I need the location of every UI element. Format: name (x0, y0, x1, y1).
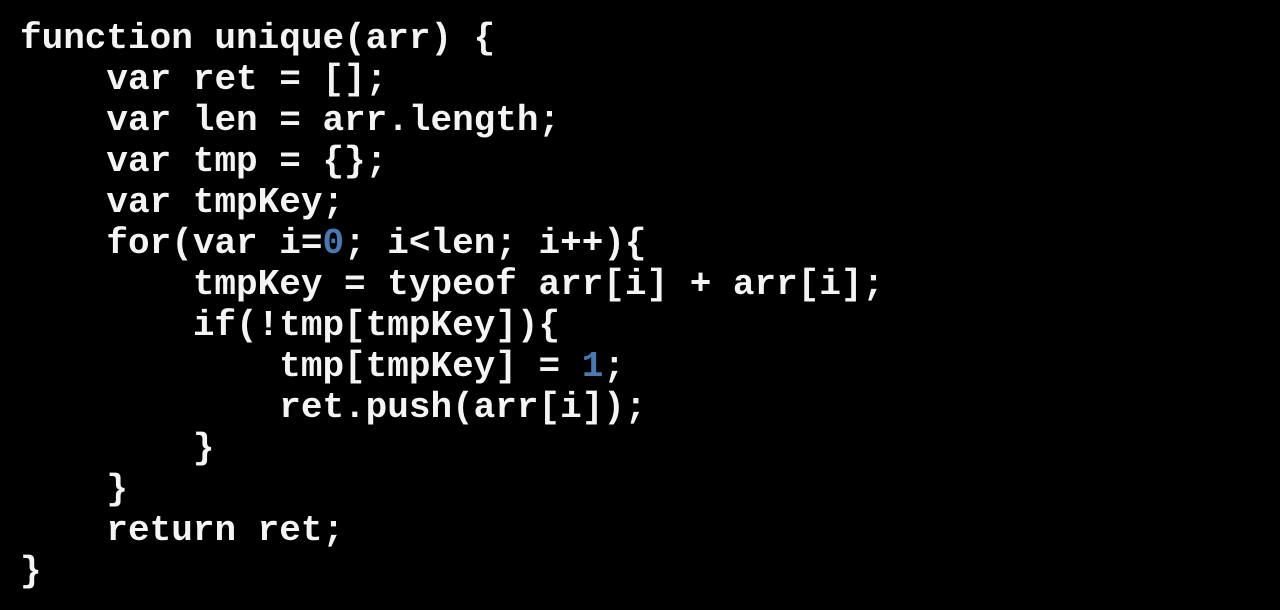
code-token: } (192, 428, 215, 469)
code-line: } (20, 428, 884, 469)
code-token: if(!tmp[tmpKey]){ (192, 305, 561, 346)
code-token: for(var i= (106, 223, 323, 264)
code-token: var len = arr.length; (106, 100, 561, 141)
code-line: function unique(arr) { (20, 18, 884, 59)
number-literal: 0 (322, 223, 345, 264)
code-line: tmpKey = typeof arr[i] + arr[i]; (20, 264, 884, 305)
code-line: var len = arr.length; (20, 100, 884, 141)
code-token: } (20, 551, 42, 592)
code-token: ; (603, 346, 625, 387)
code-line: return ret; (20, 510, 884, 551)
code-token: var tmp = {}; (106, 141, 388, 182)
code-line: var tmpKey; (20, 182, 884, 223)
code-token: var tmpKey; (106, 182, 345, 223)
code-line: for(var i=0; i<len; i++){ (20, 223, 884, 264)
code-token: } (106, 469, 129, 510)
code-token: var ret = []; (106, 59, 388, 100)
code-line: var ret = []; (20, 59, 884, 100)
code-line: if(!tmp[tmpKey]){ (20, 305, 884, 346)
code-token: tmp[tmpKey] = (279, 346, 582, 387)
code-block: function unique(arr) { var ret = []; var… (20, 18, 884, 592)
code-token: return ret; (106, 510, 345, 551)
code-line: ret.push(arr[i]); (20, 387, 884, 428)
code-token: ; i<len; i++){ (344, 223, 647, 264)
code-token: tmpKey = typeof arr[i] + arr[i]; (192, 264, 885, 305)
code-token: ret.push(arr[i]); (279, 387, 647, 428)
code-line: } (20, 469, 884, 510)
code-line: var tmp = {}; (20, 141, 884, 182)
code-token: function unique(arr) { (20, 18, 496, 59)
number-literal: 1 (581, 346, 604, 387)
code-line: } (20, 551, 884, 592)
code-line: tmp[tmpKey] = 1; (20, 346, 884, 387)
